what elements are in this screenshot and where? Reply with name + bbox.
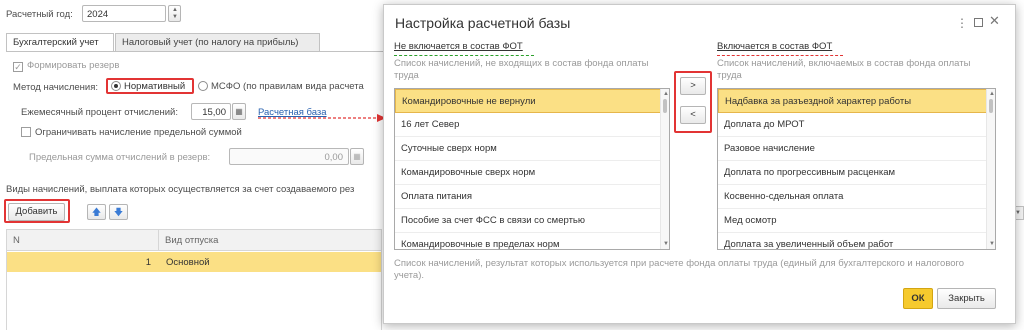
maximize-icon[interactable] [974, 18, 983, 27]
column-header-vacation: Вид отпуска [165, 235, 219, 246]
ok-button[interactable]: ОК [903, 288, 933, 309]
list-item[interactable]: Мед осмотр [718, 209, 995, 233]
method-msfo-radio[interactable]: МСФО (по правилам вида расчета [198, 81, 364, 92]
calculator-icon[interactable]: ▦ [350, 148, 364, 165]
table-row[interactable]: 1 Основной [7, 252, 381, 272]
right-header: Включается в состав ФОТ [717, 41, 833, 52]
list-item[interactable]: Суточные сверх норм [395, 137, 669, 161]
list-item[interactable]: Доплата по прогрессивным расценкам [718, 161, 995, 185]
left-list[interactable]: Командировочные не вернули 16 лет Север … [394, 88, 670, 250]
list-item[interactable]: Оплата питания [395, 185, 669, 209]
close-icon[interactable]: ✕ [989, 13, 1000, 29]
year-label: Расчетный год: [6, 9, 73, 20]
calc-base-dialog: Настройка расчетной базы ⋮ ✕ Не включает… [383, 4, 1016, 324]
list-item[interactable]: 16 лет Север [395, 113, 669, 137]
create-reserve-row[interactable]: ✓ Формировать резерв [13, 60, 119, 72]
tab-divider [6, 51, 400, 52]
left-scrollbar[interactable]: ▲ ▼ [660, 89, 669, 249]
list-item[interactable]: Разовое начисление [718, 137, 995, 161]
monthly-percent-input[interactable]: 15,00 [191, 103, 231, 120]
list-item[interactable]: Пособие за счет ФСС в связи со смертью [395, 209, 669, 233]
more-icon[interactable]: ⋮ [956, 16, 968, 30]
right-description: Список начислений, включаемых в состав ф… [717, 58, 971, 81]
calculator-icon[interactable]: ▦ [232, 103, 246, 120]
radio-off-icon [198, 81, 208, 91]
close-button[interactable]: Закрыть [937, 288, 996, 309]
method-label: Метод начисления: [13, 82, 98, 93]
move-down-icon[interactable]: 🡇 [109, 204, 128, 220]
annotation-underline-green [394, 55, 534, 56]
dialog-title: Настройка расчетной базы [395, 15, 571, 31]
list-item[interactable]: Косвенно-сдельная оплата [718, 185, 995, 209]
left-description: Список начислений, не входящих в состав … [394, 58, 649, 81]
list-item[interactable]: Командировочные не вернули [395, 89, 669, 113]
monthly-percent-label: Ежемесячный процент отчислений: [21, 107, 178, 118]
limit-row[interactable]: Ограничивать начисление предельной суммо… [21, 127, 242, 138]
tab-accounting[interactable]: Бухгалтерский учет [6, 33, 114, 51]
annotation-box-method [106, 78, 194, 94]
year-input[interactable]: 2024 [82, 5, 166, 22]
dialog-footer-note: Список начислений, результат которых исп… [394, 258, 965, 281]
annotation-arrow [258, 114, 386, 122]
column-header-n: N [13, 235, 20, 246]
limit-checkbox[interactable] [21, 127, 31, 137]
list-item[interactable]: Командировочные в пределах норм [395, 233, 669, 249]
list-item[interactable]: Доплата за увеличенный объем работ [718, 233, 995, 249]
accruals-table: N Вид отпуска 1 Основной [6, 229, 382, 330]
move-up-icon[interactable]: 🡅 [87, 204, 106, 220]
annotation-underline-red [717, 55, 843, 56]
table-header: N Вид отпуска [7, 230, 381, 251]
list-item[interactable]: Командировочные сверх норм [395, 161, 669, 185]
create-reserve-checkbox[interactable]: ✓ [13, 62, 23, 72]
max-sum-label: Предельная сумма отчислений в резерв: [29, 152, 211, 163]
list-item[interactable]: Надбавка за разъездной характер работы [718, 89, 995, 113]
year-spinner[interactable]: ▲ ▼ [168, 5, 181, 22]
tab-tax[interactable]: Налоговый учет (по налогу на прибыль) [115, 33, 320, 51]
right-list[interactable]: Надбавка за разъездной характер работы Д… [717, 88, 996, 250]
list-item[interactable]: Доплата до МРОТ [718, 113, 995, 137]
annotation-box-add [4, 199, 70, 223]
left-header: Не включается в состав ФОТ [394, 41, 523, 52]
max-sum-input[interactable]: 0,00 [229, 148, 349, 165]
accruals-header: Виды начислений, выплата которых осущест… [6, 184, 355, 195]
annotation-box-move [674, 71, 712, 133]
right-scrollbar[interactable]: ▲ ▼ [986, 89, 995, 249]
